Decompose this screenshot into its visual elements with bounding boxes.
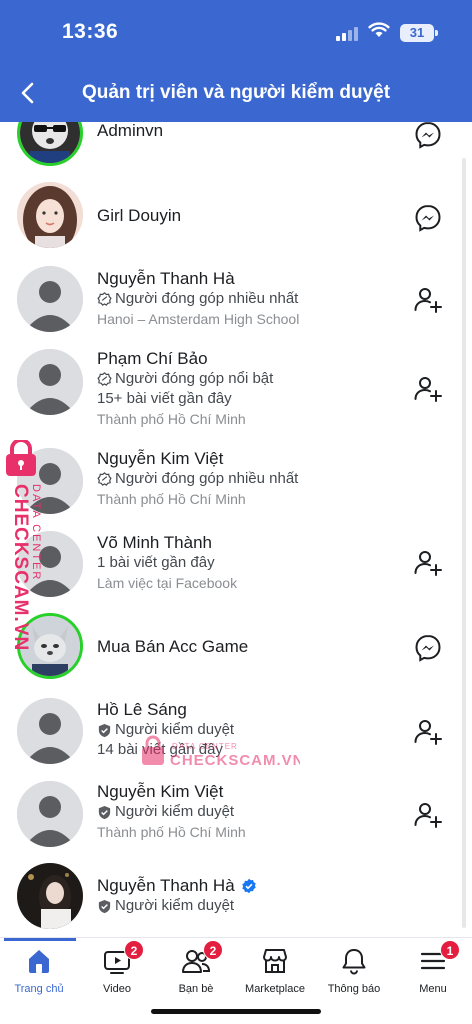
list-item[interactable]: Nguyễn Thanh Hà Người đóng góp nhiều nhấ…: [0, 264, 460, 346]
avatar[interactable]: [17, 266, 83, 332]
avatar[interactable]: [17, 182, 83, 248]
battery-indicator: 31: [400, 23, 438, 42]
member-name[interactable]: Nguyễn Kim Việt: [97, 448, 407, 469]
avatar[interactable]: [17, 781, 83, 847]
add-friend-icon[interactable]: [412, 373, 444, 405]
member-badge: Người kiểm duyệt: [97, 896, 407, 916]
list-item[interactable]: Girl Douyin: [0, 180, 460, 256]
list-item[interactable]: Nguyễn Kim Việt Người đóng góp nhiều nhấ…: [0, 446, 460, 530]
active-tab-indicator: [4, 938, 76, 941]
messenger-icon[interactable]: [412, 202, 444, 234]
menu-icon: 1: [418, 940, 460, 976]
list-item[interactable]: Phạm Chí Bảo Người đóng góp nổi bật 15+ …: [0, 347, 460, 447]
tab-marketplace[interactable]: Marketplace: [233, 946, 317, 995]
member-name[interactable]: Adminvn: [97, 122, 407, 141]
page-title: Quản trị viên và người kiểm duyệt: [81, 82, 391, 103]
member-posts: 1 bài viết gần đây: [97, 554, 215, 571]
contributor-badge-icon: [97, 471, 112, 487]
member-name[interactable]: Girl Douyin: [97, 205, 407, 226]
svg-text:DATA CENTER: DATA CENTER: [172, 742, 238, 751]
video-icon: 2: [102, 940, 144, 976]
page-header: Quản trị viên và người kiểm duyệt: [0, 72, 472, 116]
status-icons: 31: [336, 22, 438, 43]
wifi-icon: [368, 22, 390, 43]
shield-check-icon: [97, 723, 112, 738]
add-friend-icon[interactable]: [412, 284, 444, 316]
watermark-brand: CHECKSCAM.VN: [10, 484, 31, 650]
member-badge: Người đóng góp nổi bật: [97, 369, 407, 389]
status-time: 13:36: [62, 20, 119, 43]
avatar[interactable]: [17, 122, 83, 166]
tab-video[interactable]: 2 Video: [75, 940, 159, 995]
scrollbar[interactable]: [462, 158, 466, 928]
shield-check-icon: [97, 805, 112, 820]
svg-text:CHECKSCAM.VN: CHECKSCAM.VN: [170, 752, 300, 769]
video-count-badge: 2: [124, 940, 144, 960]
menu-count-badge: 1: [440, 940, 460, 960]
avatar[interactable]: [17, 349, 83, 415]
watermark-vertical: CHECKSCAM.VN DATA CENTER: [2, 438, 50, 651]
cellular-signal-icon: [336, 25, 358, 41]
member-badge: Người kiểm duyệt: [97, 802, 407, 822]
add-friend-icon[interactable]: [412, 716, 444, 748]
member-name[interactable]: Nguyễn Thanh Hà: [97, 268, 407, 289]
tab-friends[interactable]: 2 Bạn bè: [154, 940, 238, 995]
avatar[interactable]: [17, 863, 83, 929]
contributor-badge-icon: [97, 371, 112, 387]
home-icon: [24, 946, 54, 976]
avatar[interactable]: [17, 698, 83, 764]
friends-icon: 2: [181, 940, 223, 976]
watermark-center: CHECKSCAM.VN DATA CENTER: [140, 735, 304, 771]
member-badge: Người đóng góp nhiều nhất: [97, 289, 407, 309]
svg-text:CHECKSCAM.VN: CHECKSCAM.VN: [10, 484, 31, 650]
verified-badge-icon: [241, 878, 257, 894]
member-detail: Hanoi – Amsterdam High School: [97, 311, 300, 327]
messenger-icon[interactable]: [412, 632, 444, 664]
member-name[interactable]: Mua Bán Acc Game: [97, 636, 407, 657]
member-list[interactable]: Adminvn Girl Douyin Nguyễn Thanh Hà Ngườ…: [0, 122, 472, 937]
tab-menu[interactable]: 1 Menu: [391, 940, 472, 995]
svg-text:DATA CENTER: DATA CENTER: [30, 484, 42, 581]
friends-count-badge: 2: [203, 940, 223, 960]
marketplace-icon: [260, 946, 290, 976]
messenger-icon[interactable]: [412, 122, 444, 151]
add-friend-icon[interactable]: [412, 799, 444, 831]
member-detail: Thành phố Hồ Chí Minh: [97, 491, 246, 507]
member-name[interactable]: Võ Minh Thành: [97, 532, 407, 553]
watermark-tagline: DATA CENTER: [30, 484, 42, 581]
list-item[interactable]: Adminvn: [0, 122, 460, 186]
list-item[interactable]: Mua Bán Acc Game: [0, 612, 460, 696]
shield-check-icon: [97, 899, 112, 914]
list-item[interactable]: Nguyễn Kim Việt Người kiểm duyệt Thành p…: [0, 779, 460, 863]
list-item[interactable]: Võ Minh Thành 1 bài viết gần đây Làm việ…: [0, 529, 460, 613]
add-friend-icon[interactable]: [412, 547, 444, 579]
member-detail: Thành phố Hồ Chí Minh: [97, 824, 246, 840]
member-badge: Người đóng góp nhiều nhất: [97, 469, 407, 489]
top-bar: 13:36 31 Quản trị viên và người kiểm duy…: [0, 0, 472, 122]
contributor-badge-icon: [97, 291, 112, 307]
bell-icon: [339, 946, 369, 976]
member-detail: Làm việc tại Facebook: [97, 575, 238, 591]
member-name[interactable]: Phạm Chí Bảo: [97, 348, 407, 369]
home-indicator[interactable]: [151, 1009, 321, 1014]
tab-notifications[interactable]: Thông báo: [312, 946, 396, 995]
list-item[interactable]: Nguyễn Thanh Hà Người kiểm duyệt: [0, 863, 460, 937]
member-name[interactable]: Nguyễn Thanh Hà: [97, 875, 407, 896]
tab-home[interactable]: Trang chủ: [0, 946, 81, 995]
member-name[interactable]: Nguyễn Kim Việt: [97, 781, 407, 802]
member-posts: 15+ bài viết gần đây: [97, 390, 232, 407]
status-bar: 13:36 31: [0, 0, 472, 64]
member-detail: Thành phố Hồ Chí Minh: [97, 411, 246, 427]
member-name[interactable]: Hồ Lê Sáng: [97, 699, 407, 720]
